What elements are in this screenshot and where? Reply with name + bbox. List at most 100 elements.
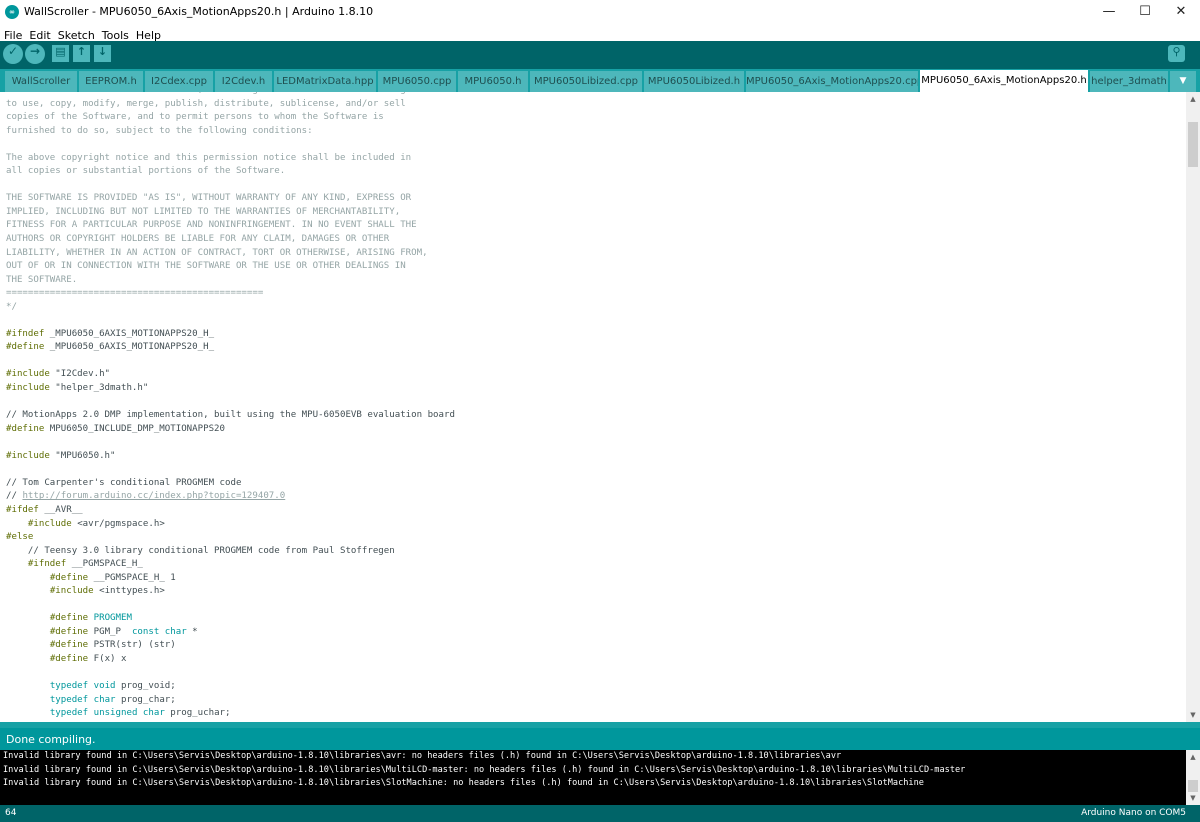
code-comment: */ <box>6 301 17 312</box>
close-button[interactable]: ✕ <box>1162 0 1200 24</box>
console-output[interactable]: Invalid library found in C:\Users\Servis… <box>0 750 1186 805</box>
code-editor[interactable]: in the Software without restriction, inc… <box>0 92 1186 722</box>
code-text: "MPU6050.h" <box>49 450 116 461</box>
title-bar: ∞ WallScroller - MPU6050_6Axis_MotionApp… <box>0 0 1200 24</box>
code-text: __PGMSPACE_H_ 1 <box>88 572 176 583</box>
code-line: THE SOFTWARE IS PROVIDED "AS IS", WITHOU… <box>6 192 1186 206</box>
code-line: #define PROGMEM <box>6 612 1186 626</box>
toolbar: ✓ → ▤ ↑ ↓ ⚲ <box>0 41 1200 69</box>
code-directive: #define <box>6 342 45 353</box>
code-comment: THE SOFTWARE IS PROVIDED "AS IS", WITHOU… <box>6 193 412 204</box>
code-line: copies of the Software, and to permit pe… <box>6 111 1186 125</box>
scroll-up-icon[interactable]: ▲ <box>1186 750 1200 764</box>
tab-eeprom-h[interactable]: EEPROM.h <box>79 71 143 92</box>
editor-scrollbar[interactable]: ▲ ▼ <box>1186 92 1200 722</box>
open-button[interactable]: ↑ <box>73 45 90 62</box>
code-keyword: typedef <box>49 708 89 719</box>
serial-monitor-button[interactable]: ⚲ <box>1168 45 1185 62</box>
scroll-down-icon[interactable]: ▼ <box>1186 708 1200 722</box>
code-line: #include <inttypes.h> <box>6 585 1186 599</box>
menu-sketch[interactable]: Sketch <box>55 27 98 42</box>
code-directive: #else <box>6 532 34 543</box>
code-line: #define MPU6050_INCLUDE_DMP_MOTIONAPPS20 <box>6 423 1186 437</box>
code-line: #include "I2Cdev.h" <box>6 368 1186 382</box>
code-text: * <box>186 626 198 637</box>
code-text: // Teensy 3.0 library conditional PROGME… <box>6 545 395 556</box>
code-text: <inttypes.h> <box>93 586 165 597</box>
code-line: furnished to do so, subject to the follo… <box>6 125 1186 139</box>
code-text: _MPU6050_6AXIS_MOTIONAPPS20_H_ <box>44 342 215 353</box>
console-scrollbar[interactable]: ▲ ▼ <box>1186 750 1200 805</box>
code-line: // http://forum.arduino.cc/index.php?top… <box>6 490 1186 504</box>
upload-button[interactable]: → <box>25 44 45 64</box>
tab-motionapps20-h[interactable]: MPU6050_6Axis_MotionApps20.h <box>920 70 1088 92</box>
code-keyword: void <box>93 681 116 692</box>
code-directive: #include <box>6 369 50 380</box>
code-text: // Tom Carpenter's conditional PROGMEM c… <box>6 477 242 488</box>
arduino-logo-icon: ∞ <box>5 5 19 19</box>
code-directive: #include <box>6 450 50 461</box>
tab-mpu6050-h[interactable]: MPU6050.h <box>458 71 528 92</box>
save-button[interactable]: ↓ <box>94 45 111 62</box>
menu-file[interactable]: File <box>1 27 25 42</box>
code-line: typedef unsigned char prog_uchar; <box>6 707 1186 721</box>
code-text[interactable]: in the Software without restriction, inc… <box>0 92 1186 722</box>
footer-bar: 64 Arduino Nano on COM5 <box>0 805 1200 822</box>
code-comment: IMPLIED, INCLUDING BUT NOT LIMITED TO TH… <box>6 206 401 217</box>
code-text: MPU6050_INCLUDE_DMP_MOTIONAPPS20 <box>44 423 225 434</box>
board-port-info: Arduino Nano on COM5 <box>1081 808 1186 818</box>
code-keyword: char <box>93 694 116 705</box>
scroll-thumb[interactable] <box>1188 122 1198 167</box>
code-line: typedef void prog_void; <box>6 680 1186 694</box>
code-keyword: typedef <box>49 681 89 692</box>
code-line: #include "MPU6050.h" <box>6 450 1186 464</box>
code-directive: #define <box>49 613 89 624</box>
tab-menu-button[interactable]: ▼ <box>1170 71 1196 92</box>
new-sketch-button[interactable]: ▤ <box>52 45 69 62</box>
code-text: prog_char; <box>115 694 176 705</box>
code-directive: #ifndef <box>6 328 45 339</box>
menu-tools[interactable]: Tools <box>99 27 132 42</box>
code-line: // Tom Carpenter's conditional PROGMEM c… <box>6 477 1186 491</box>
tab-i2cdev-h[interactable]: I2Cdev.h <box>215 71 272 92</box>
code-line: #define PSTR(str) (str) <box>6 639 1186 653</box>
tab-mpu6050libized-h[interactable]: MPU6050Libized.h <box>644 71 744 92</box>
code-comment: in the Software without restriction, inc… <box>6 92 422 95</box>
tab-mpu6050-cpp[interactable]: MPU6050.cpp <box>378 71 456 92</box>
code-line: #ifndef __PGMSPACE_H_ <box>6 558 1186 572</box>
code-text: _MPU6050_6AXIS_MOTIONAPPS20_H_ <box>44 328 215 339</box>
code-text: __PGMSPACE_H_ <box>66 559 143 570</box>
tab-motionapps20-cpp[interactable]: MPU6050_6Axis_MotionApps20.cpp <box>746 71 918 92</box>
verify-button[interactable]: ✓ <box>3 44 23 64</box>
code-text: __AVR__ <box>38 504 83 515</box>
scroll-up-icon[interactable]: ▲ <box>1186 92 1200 106</box>
tab-helper-3dmath[interactable]: helper_3dmath <box>1090 71 1168 92</box>
tab-i2cdex-cpp[interactable]: I2Cdex.cpp <box>145 71 213 92</box>
code-comment: FITNESS FOR A PARTICULAR PURPOSE AND NON… <box>6 220 417 231</box>
code-line: */ <box>6 301 1186 315</box>
minimize-button[interactable]: — <box>1090 0 1128 24</box>
line-number: 64 <box>5 808 17 818</box>
scroll-down-icon[interactable]: ▼ <box>1186 791 1200 805</box>
menu-edit[interactable]: Edit <box>26 27 53 42</box>
code-line: #include "helper_3dmath.h" <box>6 382 1186 396</box>
window-title: WallScroller - MPU6050_6Axis_MotionApps2… <box>24 5 374 18</box>
maximize-button[interactable]: ☐ <box>1126 0 1164 24</box>
code-line: THE SOFTWARE. <box>6 274 1186 288</box>
tab-ledmatrixdata-hpp[interactable]: LEDMatrixData.hpp <box>274 71 376 92</box>
code-line: typedef char prog_char; <box>6 694 1186 708</box>
tab-wallscroller[interactable]: WallScroller <box>5 71 77 92</box>
tab-mpu6050libized-cpp[interactable]: MPU6050Libized.cpp <box>530 71 642 92</box>
code-line: IMPLIED, INCLUDING BUT NOT LIMITED TO TH… <box>6 206 1186 220</box>
menu-help[interactable]: Help <box>133 27 164 42</box>
code-directive: #include <box>27 518 72 529</box>
